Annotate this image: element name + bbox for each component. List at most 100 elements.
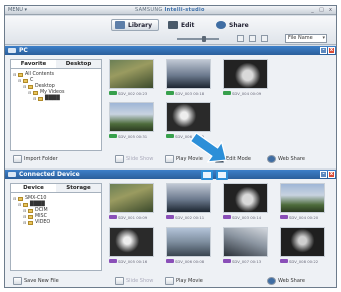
slide-show-label: Slide Show — [126, 156, 154, 162]
pc-panel-footer: Import Folder Slide Show Play Movie Edit… — [5, 152, 336, 166]
device-video-thumbnail[interactable]: SDV_008 00:22 — [280, 227, 325, 265]
device-video-thumbnail[interactable]: SDV_007 00:13 — [223, 227, 268, 265]
device-panel-minimize-button[interactable]: - — [320, 171, 327, 178]
folder-icon — [18, 73, 23, 77]
zoom-slider-handle[interactable] — [202, 36, 206, 42]
thumbnail-label: SDV_005 00:31 — [118, 133, 148, 139]
pc-video-thumbnail[interactable]: SDV_005 00:31 — [109, 102, 154, 140]
expand-toggle-icon[interactable]: ⊟ — [13, 72, 17, 78]
expand-toggle-icon[interactable]: ⊟ — [23, 84, 27, 90]
globe-icon — [267, 155, 276, 163]
thumbnail-meta: SDV_002 00:23 — [109, 90, 147, 96]
pc-video-thumbnail[interactable]: SDV_004 00:09 — [223, 59, 268, 97]
pc-tree-item[interactable]: ⊟ ████ — [13, 96, 99, 102]
sort-dropdown[interactable]: File Name ▾ — [285, 34, 327, 43]
save-new-file-button[interactable]: Save New File — [13, 276, 59, 286]
expand-toggle-icon[interactable]: ⊟ — [28, 90, 32, 96]
device-slide-show-button[interactable]: Slide Show — [115, 276, 153, 286]
thumbnail-label: SDV_002 00:23 — [118, 90, 148, 96]
folder-icon — [23, 79, 28, 83]
globe-icon — [267, 277, 276, 285]
import-folder-button[interactable]: Import Folder — [13, 154, 58, 164]
zoom-slider-track[interactable] — [177, 38, 219, 40]
web-share-button[interactable]: Web Share — [267, 154, 305, 164]
expand-toggle-icon[interactable]: ⊟ — [33, 96, 37, 102]
expand-toggle-icon[interactable]: ⊟ — [18, 78, 22, 84]
expand-toggle-icon[interactable]: ⊟ — [13, 196, 17, 202]
slide-show-icon — [115, 155, 124, 163]
maximize-button[interactable]: □ — [318, 7, 325, 13]
video-badge-icon — [223, 91, 231, 95]
video-badge-icon — [109, 259, 117, 263]
folder-icon — [33, 91, 38, 95]
thumbnail-label: SDV_003 00:18 — [175, 90, 205, 96]
view-detail-button[interactable] — [261, 35, 268, 42]
video-badge-icon — [280, 259, 288, 263]
window-controls: _ □ x — [309, 7, 334, 13]
thumbnail-label: SDV_001 00:09 — [118, 214, 148, 220]
share-label: Share — [229, 21, 249, 29]
camcorder-icon — [8, 172, 16, 177]
device-video-thumbnail[interactable]: SDV_003 00:14 — [223, 183, 268, 221]
edit-mode-button[interactable]: Edit — [165, 19, 201, 31]
video-badge-icon — [109, 91, 117, 95]
import-folder-label: Import Folder — [24, 156, 58, 162]
menu-button[interactable]: MENU ▾ — [8, 7, 27, 13]
video-badge-icon — [166, 91, 174, 95]
view-list-button[interactable] — [249, 35, 256, 42]
expand-toggle-icon[interactable]: ⊟ — [18, 202, 22, 208]
device-video-thumbnail[interactable]: SDV_004 00:20 — [280, 183, 325, 221]
device-web-share-label: Web Share — [278, 278, 305, 284]
device-play-movie-button[interactable]: Play Movie — [165, 276, 203, 286]
thumbnail-label: SDV_007 00:13 — [232, 258, 262, 264]
video-preview-image — [280, 227, 325, 257]
device-video-thumbnail[interactable]: SDV_001 00:09 — [109, 183, 154, 221]
tab-device[interactable]: Device — [11, 184, 56, 192]
thumbnail-meta: SDV_008 00:22 — [280, 258, 318, 264]
share-mode-button[interactable]: Share — [213, 19, 253, 31]
device-web-share-button[interactable]: Web Share — [267, 276, 305, 286]
device-tabs: Device Storage — [11, 184, 101, 193]
slide-show-button[interactable]: Slide Show — [115, 154, 153, 164]
device-video-thumbnail[interactable]: SDV_006 00:08 — [166, 227, 211, 265]
intelli-studio-window: MENU ▾ SAMSUNG Intelli-studio _ □ x Libr… — [4, 5, 337, 288]
view-thumbnail-button[interactable] — [237, 35, 244, 42]
copy-to-pc-button[interactable] — [201, 170, 213, 180]
pc-video-thumbnail[interactable]: SDV_002 00:23 — [109, 59, 154, 97]
brand-prefix: SAMSUNG — [135, 7, 165, 13]
video-preview-image — [223, 227, 268, 257]
pc-tabs: Favorite Desktop — [11, 60, 101, 69]
folder-icon — [38, 97, 43, 101]
slide-show-icon — [115, 277, 124, 285]
tab-desktop[interactable]: Desktop — [56, 60, 101, 68]
thumbnail-label: SDV_005 00:16 — [118, 258, 148, 264]
pc-panel-header: PC - x — [5, 46, 336, 55]
device-video-thumbnail[interactable]: SDV_005 00:16 — [109, 227, 154, 265]
pc-tree-label: C — [30, 78, 34, 83]
device-tree-item[interactable]: ⊟ VIDEO — [13, 220, 99, 226]
minimize-button[interactable]: _ — [309, 7, 316, 13]
pc-panel-close-button[interactable]: x — [328, 47, 335, 54]
library-mode-button[interactable]: Library — [111, 19, 159, 31]
library-label: Library — [128, 21, 153, 29]
video-badge-icon — [280, 215, 288, 219]
expand-toggle-icon[interactable]: ⊟ — [23, 220, 27, 226]
thumbnail-label: SDV_006 00:08 — [175, 258, 205, 264]
device-panel-close-button[interactable]: x — [328, 171, 335, 178]
play-icon — [165, 277, 174, 285]
copy-to-device-button[interactable] — [216, 170, 228, 180]
pc-video-thumbnail[interactable]: SDV_003 00:18 — [166, 59, 211, 97]
save-icon — [13, 277, 22, 285]
device-video-thumbnail[interactable]: SDV_002 00:11 — [166, 183, 211, 221]
video-preview-image — [109, 227, 154, 257]
folder-import-icon — [13, 155, 22, 163]
tab-storage[interactable]: Storage — [56, 184, 101, 192]
pc-panel-title: PC — [19, 47, 28, 54]
pc-panel-minimize-button[interactable]: - — [320, 47, 327, 54]
video-badge-icon — [166, 215, 174, 219]
device-folder-tree: Device Storage ⊟ SMX-C10 ⊟ ████ ⊟ DCIM ⊟ MISC ⊟ V… — [10, 183, 102, 271]
pc-monitor-icon — [8, 48, 16, 53]
folder-icon — [28, 85, 33, 89]
close-button[interactable]: x — [327, 7, 334, 13]
tab-favorite[interactable]: Favorite — [11, 60, 56, 68]
